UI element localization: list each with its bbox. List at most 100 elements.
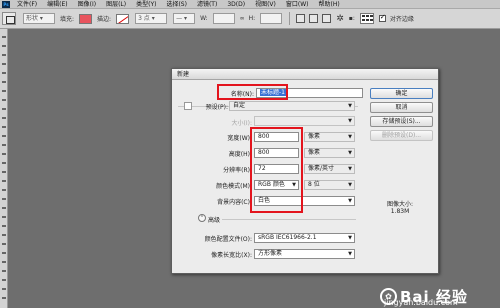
height-unit-select[interactable]: 像素 ▼	[304, 148, 355, 158]
tool-preset-picker[interactable]	[2, 12, 16, 25]
options-bar: 形状 ▾ 填充: 描边: 3 点 ▾ — ▾ W: ∞ H: ✲ ▪: 对齐边缘	[0, 9, 500, 29]
tool-icon[interactable]	[2, 243, 6, 245]
tool-icon[interactable]	[2, 126, 6, 128]
tool-icon[interactable]	[2, 81, 6, 83]
gear-icon[interactable]: ✲	[336, 14, 344, 24]
menu-select[interactable]: 选择(S)	[161, 0, 192, 9]
resolution-unit-value: 像素/英寸	[308, 165, 335, 172]
delete-preset-button[interactable]: 删除预设(D)...	[370, 130, 433, 141]
dialog-title: 新建	[172, 69, 438, 80]
advanced-divider	[222, 219, 356, 220]
tool-icon[interactable]	[2, 117, 6, 119]
path-operations-icon[interactable]	[296, 14, 306, 23]
tool-icon[interactable]	[2, 108, 6, 110]
tool-icon[interactable]	[2, 153, 6, 155]
stroke-label: 描边:	[97, 16, 112, 23]
width-unit-select[interactable]: 像素 ▼	[304, 132, 355, 142]
pixel-aspect-value: 方形像素	[258, 250, 283, 257]
pixel-aspect-select[interactable]: 方形像素 ▼	[254, 249, 355, 259]
tool-icon[interactable]	[2, 90, 6, 92]
tool-icon[interactable]	[2, 225, 6, 227]
shape-height-input[interactable]	[260, 13, 283, 24]
tool-icon[interactable]	[2, 216, 6, 218]
tool-icon[interactable]	[2, 45, 6, 47]
fill-color-swatch[interactable]	[79, 13, 93, 24]
tool-icon[interactable]	[2, 252, 6, 254]
tool-icon[interactable]	[2, 198, 6, 200]
tool-icon[interactable]	[2, 99, 6, 101]
image-size-label: 图像大小:	[386, 201, 414, 208]
annotation-box-name	[217, 84, 288, 100]
chevron-down-icon: ▼	[348, 182, 352, 188]
tool-icon[interactable]	[2, 180, 6, 182]
tool-icon[interactable]	[2, 297, 6, 299]
chevron-down-icon: ▼	[348, 118, 352, 124]
tool-icon[interactable]	[2, 207, 6, 209]
shape-mode-value: 形状	[26, 15, 39, 22]
preset-label: 预设(P):	[205, 104, 228, 111]
tool-icon[interactable]	[2, 270, 6, 272]
ok-button[interactable]: 确定	[370, 88, 433, 99]
background-label: 背景内容(C):	[217, 199, 252, 206]
shape-mode-select[interactable]: 形状 ▾	[23, 13, 55, 24]
height-label: 高度(H):	[228, 151, 252, 158]
color-profile-value: sRGB IEC61966-2.1	[258, 234, 317, 241]
bit-depth-value: 8 位	[308, 181, 320, 188]
tools-panel	[0, 29, 8, 308]
divider	[289, 12, 291, 25]
tool-icon[interactable]	[2, 144, 6, 146]
menu-3d[interactable]: 3D(D)	[222, 0, 250, 9]
tool-icon[interactable]	[2, 189, 6, 191]
preset-group-toggle[interactable]	[184, 102, 192, 110]
save-preset-button[interactable]: 存储预设(S)...	[370, 116, 433, 127]
tool-icon[interactable]	[2, 54, 6, 56]
tool-icon[interactable]	[2, 288, 6, 290]
tool-icon[interactable]	[2, 162, 6, 164]
menu-bar: Ps 文件(F) 编辑(E) 图像(I) 图层(L) 类型(Y) 选择(S) 滤…	[0, 0, 500, 9]
path-arrangement-icon[interactable]	[322, 14, 332, 23]
stroke-type-select[interactable]: — ▾	[173, 13, 196, 24]
align-edges-checkbox[interactable]	[378, 13, 386, 22]
chevron-down-icon: ▼	[348, 198, 352, 204]
bit-depth-select[interactable]: 8 位 ▼	[304, 180, 355, 190]
color-profile-select[interactable]: sRGB IEC61966-2.1 ▼	[254, 233, 355, 243]
width-label: 宽度(W):	[227, 135, 252, 142]
cancel-button[interactable]: 取消	[370, 102, 433, 113]
height-unit-value: 像素	[308, 149, 321, 156]
menu-filter[interactable]: 滤镜(T)	[192, 0, 222, 9]
path-alignment-icon[interactable]	[309, 14, 319, 23]
grid-icon[interactable]	[359, 13, 374, 24]
tool-icon[interactable]	[2, 171, 6, 173]
resolution-unit-select[interactable]: 像素/英寸 ▼	[304, 164, 355, 174]
tool-icon[interactable]	[2, 135, 6, 137]
app-logo: Ps	[2, 0, 10, 8]
size-select[interactable]: ▼	[254, 116, 355, 126]
tool-icon[interactable]	[2, 234, 6, 236]
menu-view[interactable]: 视图(V)	[250, 0, 281, 9]
shape-width-input[interactable]	[212, 13, 235, 24]
chevron-down-icon: ▼	[348, 134, 352, 140]
advanced-label: 高级	[208, 217, 221, 224]
menu-image[interactable]: 图像(I)	[73, 0, 101, 9]
menu-type[interactable]: 类型(Y)	[131, 0, 161, 9]
menu-file[interactable]: 文件(F)	[12, 0, 42, 9]
tool-icon[interactable]	[2, 279, 6, 281]
menu-help[interactable]: 帮助(H)	[314, 0, 345, 9]
watermark-url: jingyan.baidu.com	[384, 298, 458, 307]
link-icon[interactable]: ∞	[240, 15, 245, 22]
tool-icon[interactable]	[2, 72, 6, 74]
pixel-aspect-label: 像素长宽比(X):	[211, 252, 252, 259]
menu-edit[interactable]: 编辑(E)	[42, 0, 72, 9]
annotation-box-settings	[250, 127, 303, 213]
tool-icon[interactable]	[2, 36, 6, 38]
menu-window[interactable]: 窗口(W)	[281, 0, 314, 9]
tool-icon[interactable]	[2, 261, 6, 263]
height-label: H:	[248, 15, 256, 22]
preset-select[interactable]: 自定 ▼	[229, 101, 355, 111]
advanced-toggle-icon[interactable]: ⌃	[198, 214, 206, 222]
menu-layer[interactable]: 图层(L)	[101, 0, 131, 9]
stroke-width-input[interactable]: 3 点 ▾	[135, 13, 168, 24]
size-label: 大小(I):	[231, 120, 252, 127]
stroke-color-swatch[interactable]	[116, 13, 130, 24]
tool-icon[interactable]	[2, 63, 6, 65]
